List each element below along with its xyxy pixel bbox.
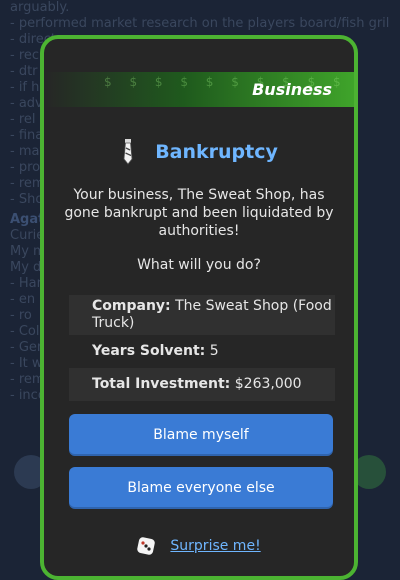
blame-everyone-else-button[interactable]: Blame everyone else — [69, 467, 333, 509]
detail-row-company: Company: The Sweat Shop (Food Truck) — [69, 295, 335, 335]
event-modal: $ $ $ $ $ $ $ $ $ $ $ $ $ $ $ $ $ $ $ $ … — [40, 35, 358, 580]
category-label: Business — [252, 80, 332, 99]
detail-value: $263,000 — [234, 376, 302, 392]
title-row: Bankruptcy — [44, 139, 354, 169]
detail-row-years-solvent: Years Solvent: 5 — [69, 335, 335, 368]
detail-value: 5 — [209, 343, 219, 359]
surprise-row[interactable]: Surprise me! — [44, 535, 354, 557]
event-message: Your business, The Sweat Shop, has gone … — [64, 187, 334, 239]
detail-label: Total Investment: — [92, 376, 231, 392]
bg-line: - performed market research on the playe… — [10, 16, 390, 31]
modal-title: Bankruptcy — [155, 141, 278, 163]
bg-line: arguably. — [10, 0, 70, 15]
category-banner: $ $ $ $ $ $ $ $ $ $ $ $ $ $ $ $ $ $ $ $ … — [44, 72, 354, 107]
event-question: What will you do? — [137, 257, 261, 273]
detail-label: Company: — [92, 298, 171, 314]
blame-myself-button[interactable]: Blame myself — [69, 414, 333, 456]
detail-label: Years Solvent: — [92, 343, 206, 359]
details-table: Company: The Sweat Shop (Food Truck) Yea… — [69, 295, 335, 401]
dice-icon — [137, 536, 156, 555]
tie-icon — [120, 139, 136, 165]
surprise-me-link[interactable]: Surprise me! — [170, 538, 260, 554]
detail-row-total-investment: Total Investment: $263,000 — [69, 368, 335, 401]
